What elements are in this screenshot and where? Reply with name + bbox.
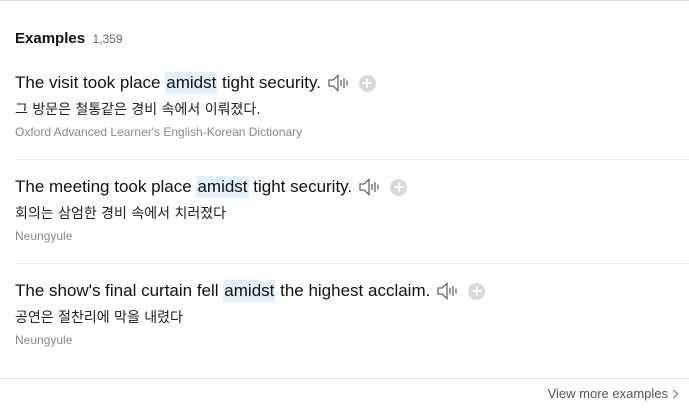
section-title: Examples [15, 30, 86, 47]
view-more-examples-link[interactable]: View more examples [548, 386, 679, 401]
example-translation: 공연은 절찬리에 막을 내렸다 [15, 310, 183, 326]
highlighted-word[interactable]: amidst [165, 72, 218, 94]
add-to-wordbook-icon[interactable] [390, 178, 408, 196]
chevron-right-icon [673, 389, 679, 398]
highlighted-word[interactable]: amidst [196, 176, 249, 198]
view-more-label: View more examples [547, 386, 668, 401]
sentence-text: The visit took place [15, 73, 166, 92]
top-divider [0, 0, 689, 1]
speaker-icon[interactable] [327, 73, 351, 93]
example-divider [15, 263, 689, 264]
example-sentence: The show's final curtain fell amidst the… [15, 280, 486, 302]
example-sentence: The meeting took place amidst tight secu… [15, 176, 408, 198]
example-source[interactable]: Neungyule [15, 229, 72, 243]
footer-divider [0, 378, 689, 379]
example-sentence: The visit took place amidst tight securi… [15, 72, 376, 94]
highlighted-word[interactable]: amidst [223, 280, 276, 302]
sentence-text: the highest acclaim. [275, 281, 431, 300]
speaker-icon[interactable] [436, 281, 460, 301]
example-divider [15, 159, 689, 160]
speaker-icon[interactable] [358, 177, 382, 197]
sentence-text: tight security. [217, 73, 321, 92]
example-source[interactable]: Oxford Advanced Learner's English-Korean… [15, 125, 302, 139]
example-source[interactable]: Neungyule [15, 333, 72, 347]
examples-header: Examples 1,359 [15, 30, 123, 48]
example-translation: 회의는 삼엄한 경비 속에서 치러졌다 [15, 206, 226, 222]
add-to-wordbook-icon[interactable] [468, 282, 486, 300]
example-translation: 그 방문은 철통같은 경비 속에서 이뤄졌다. [15, 102, 261, 118]
sentence-text: The show's final curtain fell [15, 281, 224, 300]
add-to-wordbook-icon[interactable] [358, 74, 376, 92]
sentence-text: The meeting took place [15, 177, 197, 196]
sentence-text: tight security. [248, 177, 353, 196]
example-count: 1,359 [92, 32, 123, 46]
